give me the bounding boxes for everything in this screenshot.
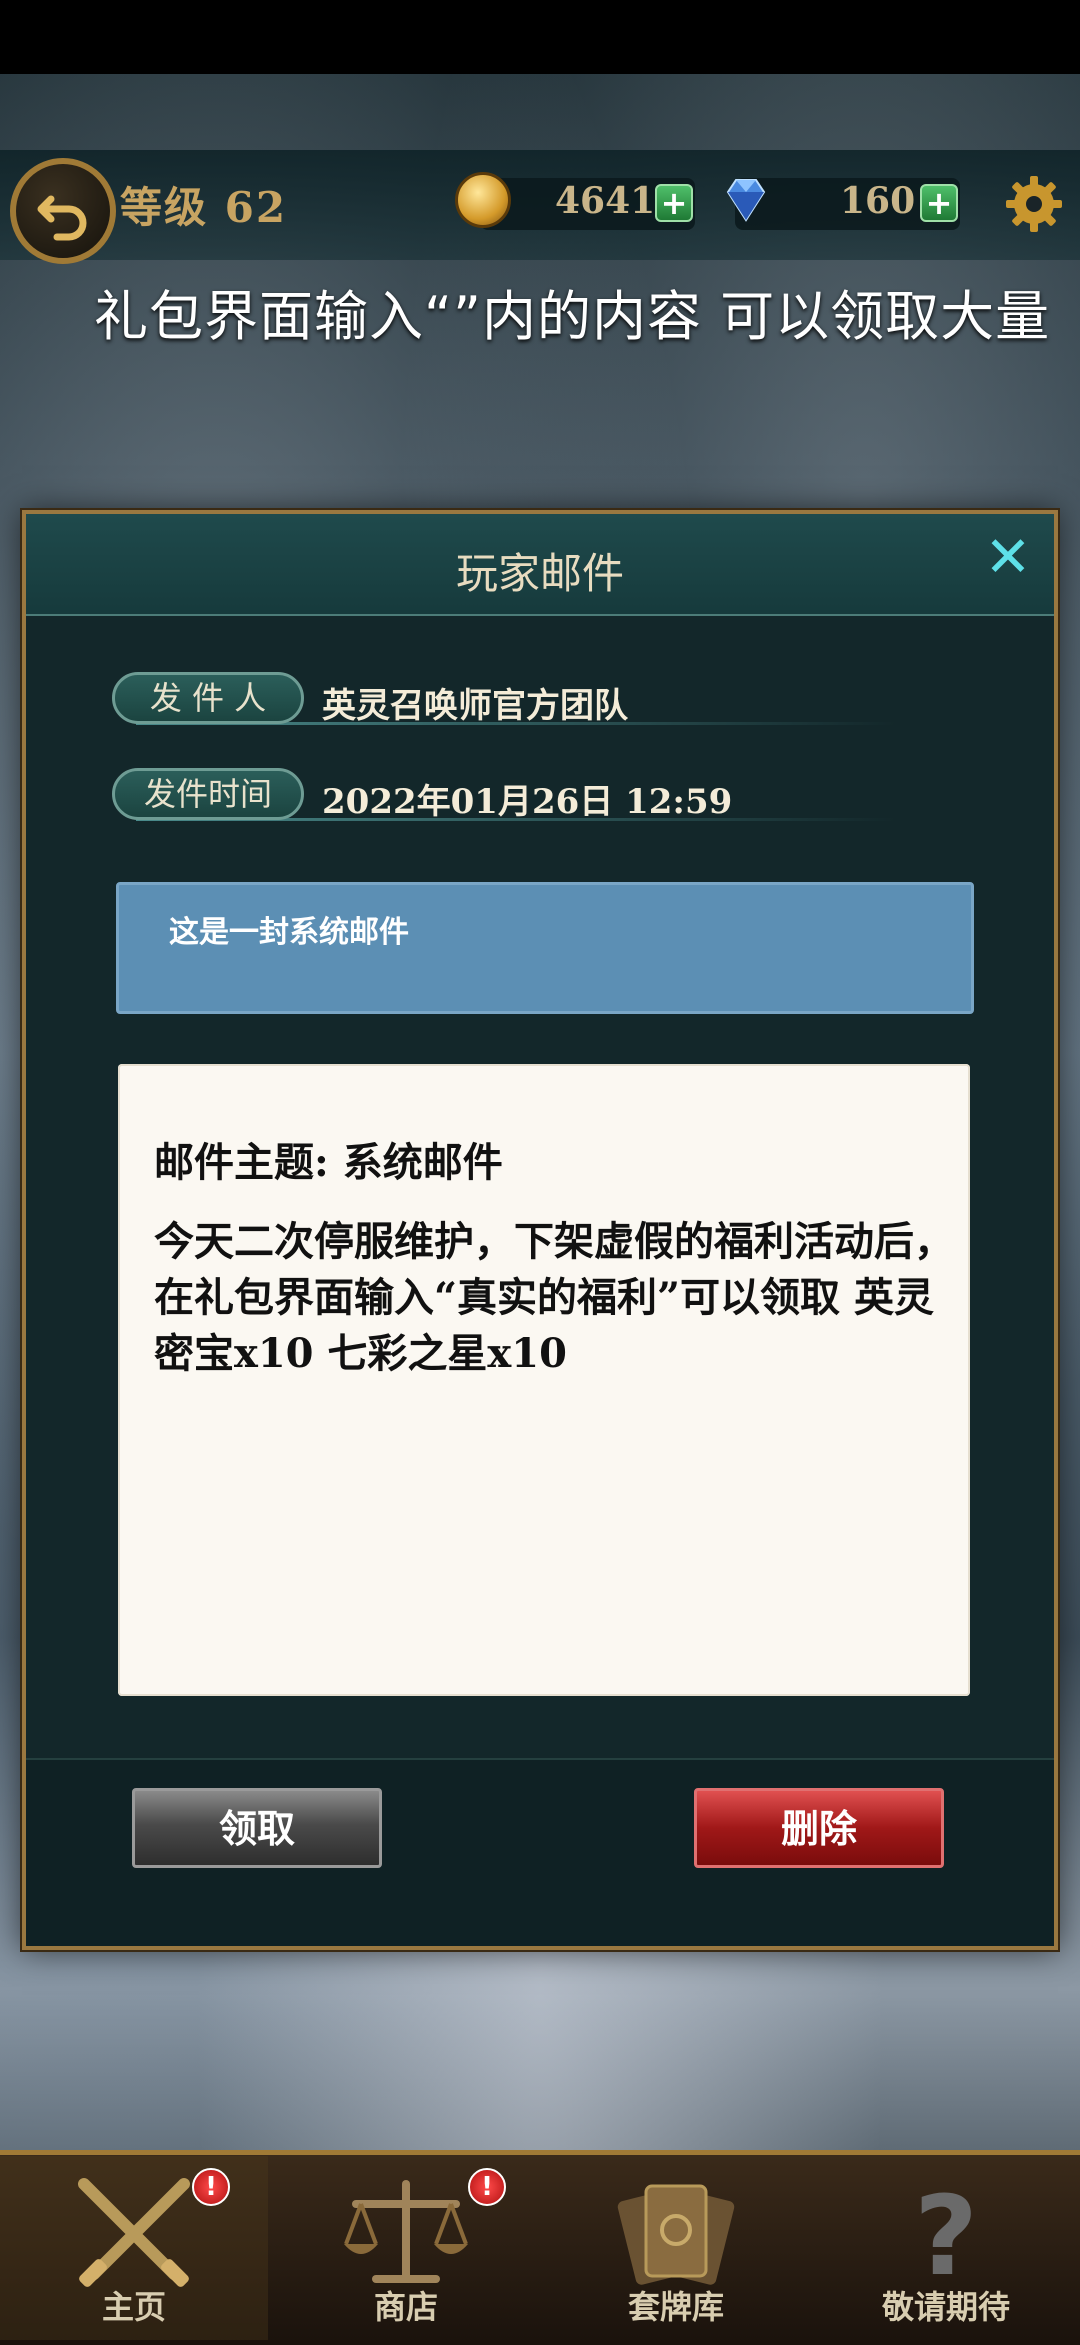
svg-text:?: ? xyxy=(914,2174,978,2294)
question-mark-icon: ? xyxy=(914,2174,978,2294)
system-note-text: 这是一封系统邮件 xyxy=(169,915,409,950)
status-bar xyxy=(0,0,1080,74)
back-arrow-icon xyxy=(37,195,87,241)
nav-shop[interactable]: ! 商店 xyxy=(272,2156,540,2340)
mail-body: 今天二次停服维护，下架虚假的福利活动后，在礼包界面输入“真实的福利”可以领取 英… xyxy=(154,1218,954,1377)
nav-home[interactable]: ! 主页 xyxy=(0,2156,268,2340)
add-gold-button[interactable]: + xyxy=(655,184,693,222)
sender-value: 英灵召唤师官方团队 xyxy=(322,686,628,726)
add-gems-button[interactable]: + xyxy=(920,184,958,222)
card-deck-icon xyxy=(617,2184,735,2285)
close-icon[interactable]: ✕ xyxy=(978,530,1038,590)
send-time-value: 2022年01月26日 12:59 xyxy=(322,782,733,822)
mail-content: 邮件主题: 系统邮件 今天二次停服维护，下架虚假的福利活动后，在礼包界面输入“真… xyxy=(118,1064,970,1696)
back-button[interactable] xyxy=(10,158,116,264)
gem-amount: 160 xyxy=(840,180,916,222)
mail-dialog: 玩家邮件 ✕ 发 件 人 英灵召唤师官方团队 发件时间 2022年01月26日 … xyxy=(22,510,1058,1950)
gear-icon[interactable] xyxy=(1002,172,1066,236)
scrolling-banner: 礼包界面输入“”内的内容 可以领取大量 xyxy=(94,285,1051,348)
system-note-box: 这是一封系统邮件 xyxy=(116,882,974,1014)
mail-subject: 邮件主题: 系统邮件 xyxy=(154,1139,503,1186)
nav-coming-soon-label: 敬请期待 xyxy=(881,2288,1010,2326)
dialog-header: 玩家邮件 ✕ xyxy=(26,514,1054,616)
crossed-swords-icon xyxy=(78,2178,190,2287)
delete-button[interactable]: 删除 xyxy=(694,1788,944,1868)
nav-deck-label: 套牌库 xyxy=(627,2288,724,2326)
nav-home-label: 主页 xyxy=(101,2288,166,2326)
sender-label: 发 件 人 xyxy=(112,672,304,724)
gold-amount: 4641 xyxy=(555,180,656,222)
nav-coming-soon[interactable]: ? 敬请期待 xyxy=(812,2156,1080,2340)
dialog-title: 玩家邮件 xyxy=(455,549,624,598)
nav-home-badge: ! xyxy=(192,2168,230,2206)
nav-shop-badge: ! xyxy=(468,2168,506,2206)
send-time-label: 发件时间 xyxy=(112,768,304,820)
claim-button[interactable]: 领取 xyxy=(132,1788,382,1868)
scales-icon xyxy=(344,2180,468,2283)
diamond-icon xyxy=(726,179,766,222)
gold-coin-icon xyxy=(455,172,511,228)
nav-deck[interactable]: 套牌库 xyxy=(542,2156,810,2340)
nav-shop-label: 商店 xyxy=(373,2288,438,2326)
player-level: 等级 62 xyxy=(120,183,288,232)
